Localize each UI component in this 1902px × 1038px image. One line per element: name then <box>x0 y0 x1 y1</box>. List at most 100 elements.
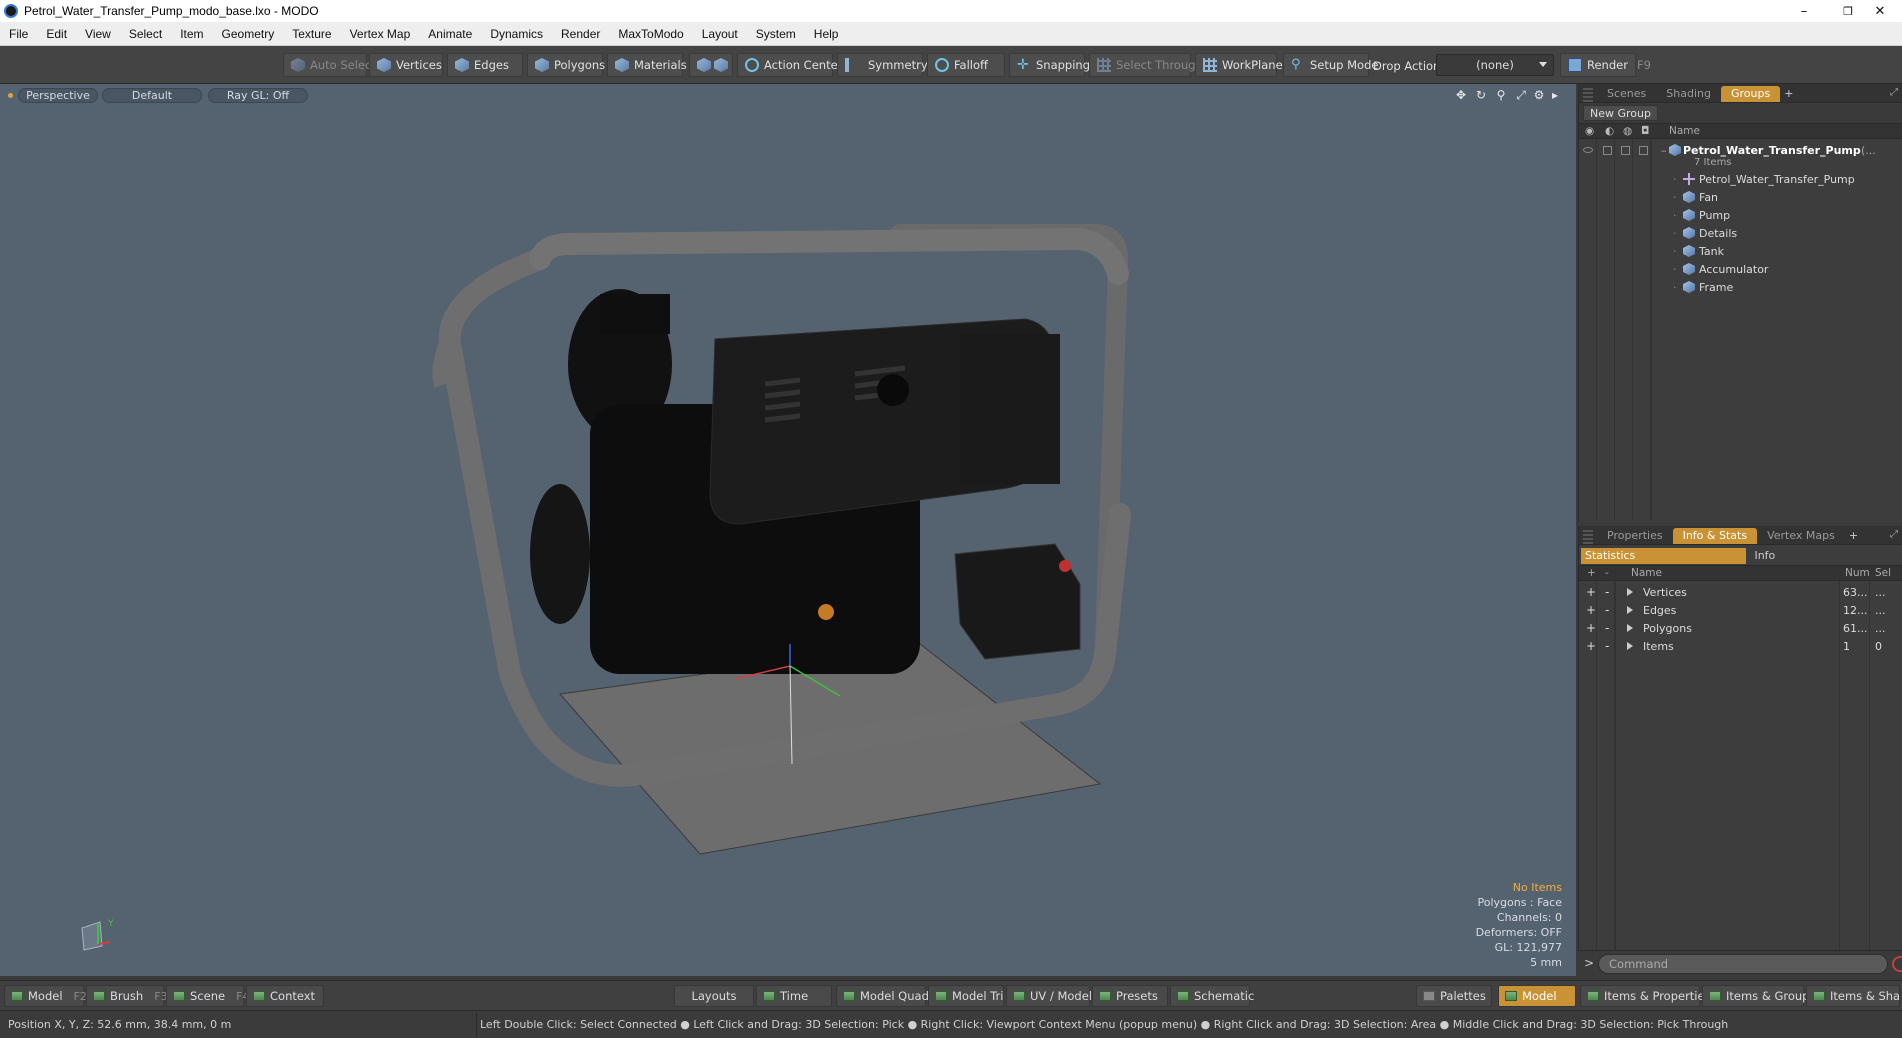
edges-button[interactable]: Edges <box>447 53 523 77</box>
tab-properties[interactable]: Properties <box>1597 528 1673 544</box>
tree-item-pump[interactable]: · Pump <box>1579 206 1902 224</box>
tree-item-accumulator[interactable]: · Accumulator <box>1579 260 1902 278</box>
rotate-icon[interactable]: ↻ <box>1474 88 1488 102</box>
add-tab-button[interactable]: + <box>1845 528 1862 544</box>
menu-vertex-map[interactable]: Vertex Map <box>341 27 420 41</box>
render-toggle-icon[interactable] <box>1603 145 1612 155</box>
collapse-all-button[interactable]: - <box>1605 567 1609 579</box>
stat-expand-icon[interactable]: + <box>1586 621 1596 635</box>
view-type-selector[interactable]: Perspective <box>18 88 98 103</box>
render-button[interactable]: Render F9 <box>1560 53 1651 77</box>
stat-disclosure-icon[interactable] <box>1627 588 1633 596</box>
context-layout-button[interactable]: Context <box>246 985 324 1007</box>
shading-selector[interactable]: Default <box>102 88 202 103</box>
panel-grip-icon[interactable] <box>1583 86 1593 102</box>
symmetry-button[interactable]: Symmetry <box>837 53 928 77</box>
pan-icon[interactable]: ✥ <box>1454 88 1468 102</box>
items-properties-button[interactable]: Items & Properties <box>1580 985 1711 1007</box>
stat-row-edges[interactable]: + - Edges 12... ... <box>1579 601 1902 619</box>
model-quad-layout-button[interactable]: Model Quad <box>836 985 929 1007</box>
tree-item-frame[interactable]: · Frame <box>1579 278 1902 296</box>
stat-expand-icon[interactable]: + <box>1586 585 1596 599</box>
model-layout-button[interactable]: Model F2 <box>4 985 87 1007</box>
menu-dynamics[interactable]: Dynamics <box>481 27 552 41</box>
selection-sets-buttons[interactable] <box>689 53 733 77</box>
expand-all-button[interactable]: + <box>1587 567 1596 579</box>
schematic-layout-button[interactable]: Schematic <box>1170 985 1254 1007</box>
close-button[interactable]: ✕ <box>1858 0 1902 22</box>
panel-expand-icon[interactable]: ⤢ <box>1890 87 1898 98</box>
menu-animate[interactable]: Animate <box>419 27 481 41</box>
tab-info-stats[interactable]: Info & Stats <box>1672 528 1758 544</box>
panel-expand-icon[interactable]: ⤢ <box>1890 529 1898 540</box>
stat-disclosure-icon[interactable] <box>1627 606 1633 614</box>
tree-item-tank[interactable]: · Tank <box>1579 242 1902 260</box>
record-icon[interactable] <box>1892 956 1902 972</box>
stat-expand-icon[interactable]: + <box>1586 603 1596 617</box>
command-input[interactable] <box>1598 954 1888 974</box>
time-layout-button[interactable]: Time <box>756 985 832 1007</box>
stat-disclosure-icon[interactable] <box>1627 624 1633 632</box>
uv-model-layout-button[interactable]: UV / Model <box>1006 985 1092 1007</box>
workplane-button[interactable]: WorkPlane <box>1195 53 1283 77</box>
select-through-button[interactable]: Select Through <box>1089 53 1203 77</box>
stat-row-polygons[interactable]: + - Polygons 61... ... <box>1579 619 1902 637</box>
menu-render[interactable]: Render <box>552 27 609 41</box>
settings-gear-icon[interactable]: ⚙ <box>1532 88 1546 102</box>
lock-toggle-icon[interactable] <box>1621 145 1630 155</box>
panel-grip-icon[interactable] <box>1583 528 1593 544</box>
menu-layout[interactable]: Layout <box>693 27 747 41</box>
layouts-button[interactable]: Layouts <box>674 985 754 1007</box>
subtab-statistics[interactable]: Statistics <box>1581 548 1747 564</box>
tab-scenes[interactable]: Scenes <box>1597 86 1656 102</box>
menu-texture[interactable]: Texture <box>283 27 340 41</box>
menu-view[interactable]: View <box>76 27 120 41</box>
subtab-info[interactable]: Info <box>1750 548 1900 564</box>
menu-file[interactable]: File <box>0 27 37 41</box>
materials-button[interactable]: Materials <box>607 53 687 77</box>
items-shading-button[interactable]: Items & Shading <box>1806 985 1900 1007</box>
stat-collapse-icon[interactable]: - <box>1605 603 1609 617</box>
tab-vertex-maps[interactable]: Vertex Maps <box>1757 528 1845 544</box>
items-groups-button[interactable]: Items & Groups <box>1702 985 1815 1007</box>
palettes-button[interactable]: Palettes <box>1416 985 1492 1007</box>
raygl-toggle[interactable]: Ray GL: Off <box>208 88 308 103</box>
tree-item-petrol-pump-locator[interactable]: · Petrol_Water_Transfer_Pump <box>1579 170 1902 188</box>
visibility-eye-icon[interactable] <box>1583 147 1593 153</box>
menu-edit[interactable]: Edit <box>37 27 76 41</box>
falloff-button[interactable]: Falloff <box>927 53 1005 77</box>
stat-expand-icon[interactable]: + <box>1586 639 1596 653</box>
stat-collapse-icon[interactable]: - <box>1605 621 1609 635</box>
vertices-button[interactable]: Vertices <box>369 53 443 77</box>
stat-row-vertices[interactable]: + - Vertices 63... ... <box>1579 583 1902 601</box>
auto-select-button[interactable]: Auto Select <box>283 53 376 77</box>
stat-disclosure-icon[interactable] <box>1627 642 1633 650</box>
tab-shading[interactable]: Shading <box>1656 86 1721 102</box>
tree-item-fan[interactable]: · Fan <box>1579 188 1902 206</box>
expand-right-icon[interactable]: ▸ <box>1548 88 1562 102</box>
presets-layout-button[interactable]: Presets <box>1092 985 1168 1007</box>
setup-mode-button[interactable]: ⚲ Setup Mode <box>1283 53 1378 77</box>
stat-row-items[interactable]: + - Items 1 0 <box>1579 637 1902 655</box>
scene-layout-button[interactable]: Scene F4 <box>166 985 249 1007</box>
menu-system[interactable]: System <box>747 27 805 41</box>
snapping-button[interactable]: ✛ Snapping <box>1009 53 1090 77</box>
3d-viewport[interactable]: Perspective Default Ray GL: Off ✥ ↻ ⚲ ⤢ … <box>0 84 1576 976</box>
add-tab-button[interactable]: + <box>1780 86 1797 102</box>
menu-help[interactable]: Help <box>805 27 848 41</box>
new-group-button[interactable]: New Group <box>1583 105 1658 121</box>
minimize-button[interactable]: – <box>1782 0 1826 22</box>
menu-item[interactable]: Item <box>171 27 212 41</box>
drop-action-dropdown[interactable]: (none) <box>1436 54 1554 76</box>
polygons-button[interactable]: Polygons <box>527 53 605 77</box>
stat-collapse-icon[interactable]: - <box>1605 585 1609 599</box>
menu-maxtomodo[interactable]: MaxToModo <box>609 27 692 41</box>
select-toggle-icon[interactable] <box>1639 145 1648 155</box>
menu-geometry[interactable]: Geometry <box>213 27 284 41</box>
fit-view-icon[interactable]: ⤢ <box>1514 88 1528 102</box>
tree-item-details[interactable]: · Details <box>1579 224 1902 242</box>
model-tri-layout-button[interactable]: Model Tri <box>928 985 1004 1007</box>
stat-collapse-icon[interactable]: - <box>1605 639 1609 653</box>
viewport-menu-icon[interactable] <box>8 93 13 98</box>
zoom-icon[interactable]: ⚲ <box>1494 88 1508 102</box>
